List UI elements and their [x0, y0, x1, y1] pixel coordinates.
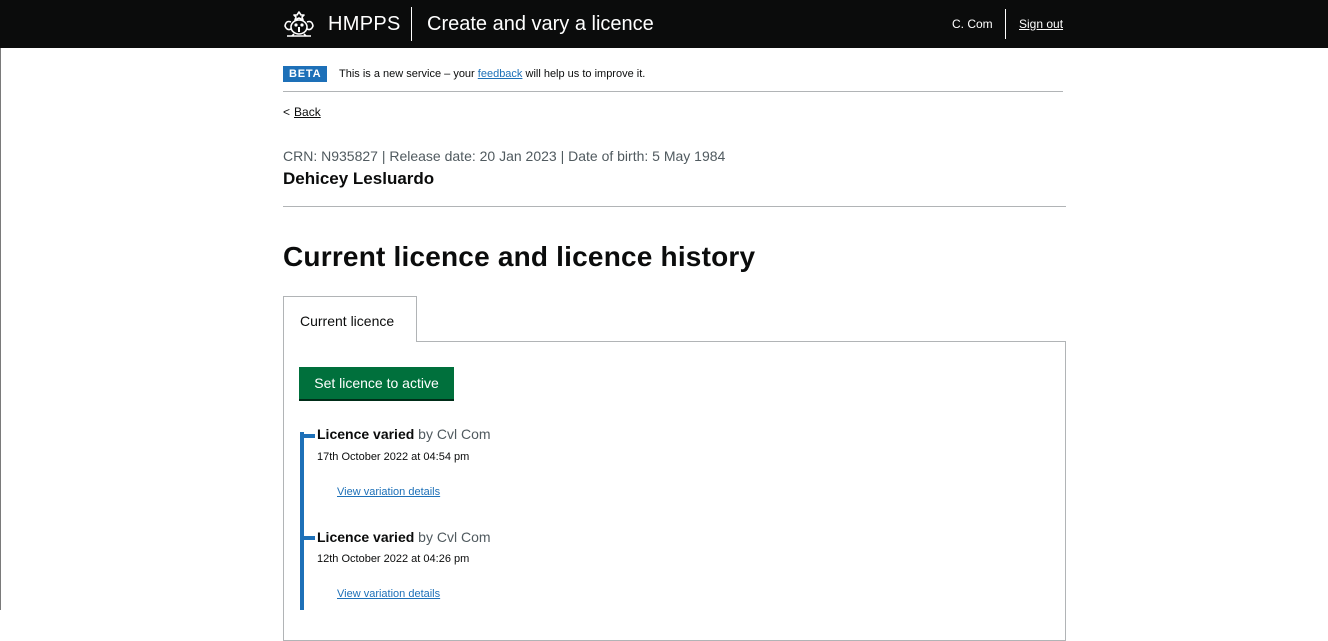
timeline-line: [300, 432, 304, 610]
beta-text-before: This is a new service – your: [339, 68, 478, 80]
tab-current-licence[interactable]: Current licence: [283, 296, 417, 342]
chevron-left-icon: <: [283, 105, 291, 119]
sign-out-link[interactable]: Sign out: [1019, 16, 1063, 32]
timeline-marker: [300, 434, 315, 438]
timeline-item-date: 12th October 2022 at 04:26 pm: [317, 553, 470, 565]
site-header: HMPPS Create and vary a licence C. Com S…: [0, 0, 1328, 48]
person-details: CRN: N935827 | Release date: 20 Jan 2023…: [283, 148, 726, 164]
timeline-item-date: 17th October 2022 at 04:54 pm: [317, 451, 470, 463]
timeline-event-author: by Cvl Com: [414, 426, 491, 442]
header-user-name: C. Com: [952, 17, 993, 31]
timeline-event-name: Licence varied: [317, 529, 415, 545]
back-link-label: Back: [294, 105, 321, 119]
tab-current-licence-label: Current licence: [300, 313, 395, 329]
feedback-link[interactable]: feedback: [478, 68, 523, 80]
person-divider: [283, 206, 1066, 207]
timeline-item-title: Licence varied by Cvl Com: [317, 425, 491, 443]
timeline-event-name: Licence varied: [317, 426, 415, 442]
beta-text-after: will help us to improve it.: [522, 68, 646, 80]
view-variation-details-link[interactable]: View variation details: [337, 587, 440, 601]
page-left-border: [0, 48, 1, 610]
beta-tag: BETA: [283, 66, 328, 82]
timeline-marker: [300, 536, 315, 540]
page-title: Current licence and licence history: [283, 241, 756, 272]
view-variation-details-link[interactable]: View variation details: [337, 485, 440, 499]
header-org-name[interactable]: HMPPS: [328, 11, 401, 37]
header-service-name[interactable]: Create and vary a licence: [427, 11, 654, 37]
beta-banner-text: This is a new service – your feedback wi…: [339, 67, 645, 81]
royal-crest-icon: [284, 11, 314, 37]
set-licence-active-button[interactable]: Set licence to active: [299, 367, 454, 399]
header-divider: [411, 7, 412, 41]
back-link[interactable]: < Back: [283, 104, 321, 120]
header-user-divider: [1005, 9, 1006, 39]
timeline-event-author: by Cvl Com: [414, 529, 491, 545]
person-name: Dehicey Lesluardo: [283, 169, 435, 188]
timeline-item-title: Licence varied by Cvl Com: [317, 528, 491, 546]
beta-banner: BETA This is a new service – your feedba…: [283, 60, 1063, 92]
